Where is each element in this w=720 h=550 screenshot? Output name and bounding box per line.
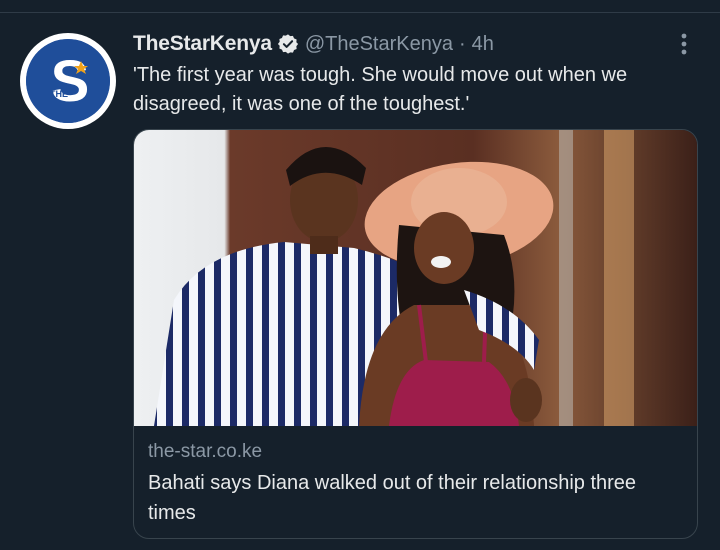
link-card[interactable]: the-star.co.ke Bahati says Diana walked … [133,129,698,539]
avatar-logo: S THE [26,39,110,123]
author-avatar[interactable]: S THE [20,33,116,129]
link-card-body: the-star.co.ke Bahati says Diana walked … [148,440,678,528]
tweet-header: TheStarKenya @TheStarKenya · 4h [133,30,494,58]
svg-text:S: S [51,49,90,114]
more-vertical-icon[interactable] [676,30,692,58]
author-name[interactable]: TheStarKenya [133,32,272,56]
top-divider [0,0,720,13]
tweet-view: S THE TheStarKenya @TheStarKenya · 4h 'T… [0,0,720,550]
author-handle[interactable]: @TheStarKenya [305,33,453,56]
tweet-text: 'The first year was tough. She would mov… [133,64,628,115]
link-card-domain: the-star.co.ke [148,441,263,462]
svg-text:THE: THE [50,89,68,99]
link-card-title[interactable]: Bahati says Diana walked out of their re… [148,468,678,528]
link-card-image[interactable] [134,130,697,426]
verified-badge-icon [277,33,299,55]
meta-separator: · [458,32,466,55]
tweet-timestamp[interactable]: 4h [472,33,494,56]
